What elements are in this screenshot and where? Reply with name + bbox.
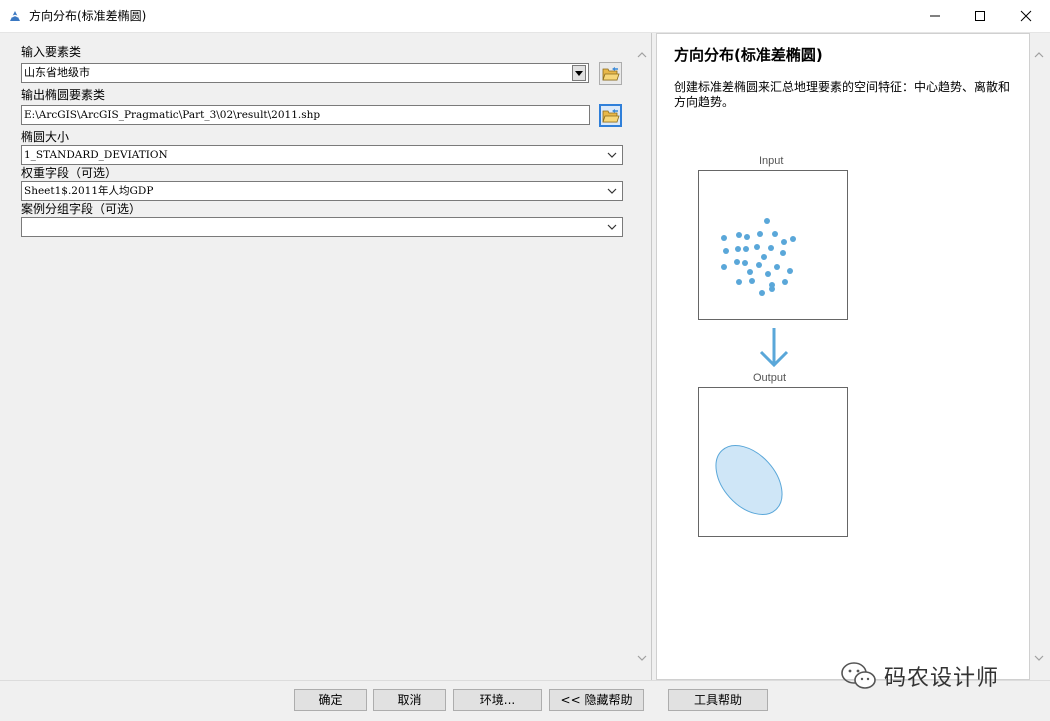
browse-input-button[interactable]: [599, 62, 622, 85]
close-icon: [1020, 10, 1032, 22]
environments-button[interactable]: 环境...: [453, 689, 542, 711]
diagram-input-box: [698, 170, 848, 320]
output-ellipse-label: 输出椭圆要素类: [21, 88, 106, 102]
scatter-points-illustration: [721, 218, 796, 296]
wechat-icon: [841, 662, 876, 689]
chevron-down-icon: [607, 224, 617, 230]
watermark-text: 码农设计师: [884, 666, 1000, 691]
help-title: 方向分布(标准差椭圆): [674, 46, 823, 64]
cancel-button[interactable]: 取消: [373, 689, 446, 711]
weight-field-value: Sheet1$.2011年人均GDP: [24, 185, 154, 197]
arcgis-tool-icon: [10, 11, 20, 21]
tool-help-button[interactable]: 工具帮助: [668, 689, 768, 711]
dropdown-button[interactable]: [572, 65, 586, 81]
output-ellipse-value: E:\ArcGIS\ArcGIS_Pragmatic\Part_3\02\res…: [24, 109, 321, 121]
weight-field-label: 权重字段（可选）: [21, 166, 118, 180]
maximize-icon: [975, 11, 985, 21]
ok-button[interactable]: 确定: [294, 689, 367, 711]
arrow-down-icon: [759, 328, 789, 368]
diagram-input-label: Input: [759, 155, 784, 167]
scroll-up-icon[interactable]: [1034, 50, 1044, 60]
ellipse-size-value: 1_STANDARD_DEVIATION: [24, 149, 168, 161]
maximize-button[interactable]: [957, 0, 1003, 32]
chevron-down-icon: [607, 152, 617, 158]
title-bar: 方向分布(标准差椭圆): [0, 0, 1050, 33]
chevron-down-icon: [607, 188, 617, 194]
weight-field-select[interactable]: Sheet1$.2011年人均GDP: [21, 181, 623, 201]
open-folder-icon: [601, 66, 620, 80]
help-scrollbar[interactable]: [1030, 33, 1048, 680]
scroll-up-icon[interactable]: [637, 50, 647, 60]
ellipse-size-select[interactable]: 1_STANDARD_DEVIATION: [21, 145, 623, 165]
triangle-down-icon: [575, 70, 583, 76]
minimize-button[interactable]: [912, 0, 958, 32]
help-pane: 方向分布(标准差椭圆) 创建标准差椭圆来汇总地理要素的空间特征：中心趋势、离散和…: [656, 33, 1030, 680]
minimize-icon: [930, 15, 940, 17]
parameters-pane: [0, 33, 652, 680]
browse-output-button[interactable]: [599, 104, 622, 127]
diagram-output-label: Output: [753, 372, 787, 384]
diagram-output-box: [698, 387, 848, 537]
input-features-value: 山东省地级市: [24, 66, 90, 79]
scroll-down-icon[interactable]: [637, 653, 647, 663]
case-field-label: 案例分组字段（可选）: [21, 202, 142, 216]
case-field-select[interactable]: [21, 217, 623, 237]
input-features-combo[interactable]: 山东省地级市: [21, 63, 589, 83]
input-features-label: 输入要素类: [21, 45, 82, 59]
ellipse-size-label: 椭圆大小: [21, 130, 70, 144]
output-ellipse-input[interactable]: E:\ArcGIS\ArcGIS_Pragmatic\Part_3\02\res…: [21, 105, 590, 125]
ellipse-illustration: [715, 445, 783, 515]
window-title: 方向分布(标准差椭圆): [29, 9, 147, 23]
hide-help-button[interactable]: << 隐藏帮助: [549, 689, 644, 711]
scroll-down-icon[interactable]: [1034, 653, 1044, 663]
help-description: 创建标准差椭圆来汇总地理要素的空间特征：中心趋势、离散和方向趋势。: [674, 80, 1011, 109]
close-button[interactable]: [1003, 0, 1049, 32]
parameters-scrollbar[interactable]: [633, 33, 651, 680]
open-folder-icon: [601, 108, 620, 122]
watermark: 码农设计师: [840, 660, 999, 692]
